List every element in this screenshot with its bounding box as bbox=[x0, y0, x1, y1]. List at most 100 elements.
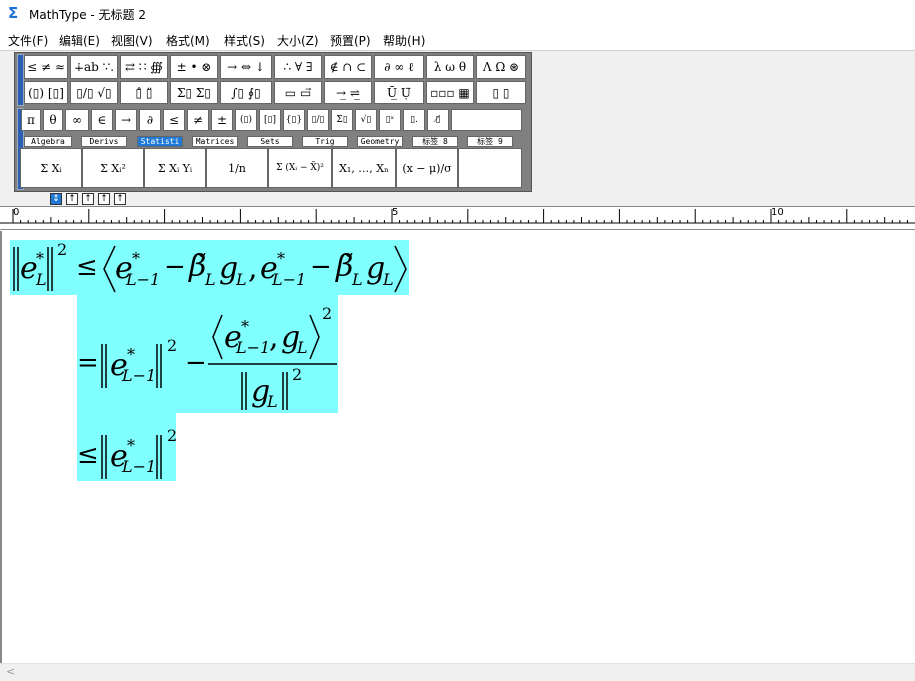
misc-symbols-palette-button[interactable]: ∂ ∞ ℓ bbox=[374, 55, 424, 79]
sum-xi-squared-template[interactable]: Σ Xᵢ² bbox=[82, 148, 144, 188]
eq3-rel: ≤ bbox=[77, 440, 99, 470]
products-palette-button[interactable]: Ū̲ Ụ̈ bbox=[374, 81, 424, 104]
one-over-n-template[interactable]: 1/n bbox=[206, 148, 268, 188]
eq2-num-comma: , bbox=[269, 320, 279, 355]
menu-view[interactable]: 视图(V) bbox=[109, 32, 155, 49]
plusminus-symbol-button[interactable]: ± bbox=[211, 109, 233, 131]
operators-palette-button[interactable]: ± • ⊗ bbox=[170, 55, 218, 79]
arrows-palette-button[interactable]: → ⇔ ↓ bbox=[220, 55, 272, 79]
norm-bars bbox=[156, 435, 162, 479]
eq1-beta-sub2: L bbox=[352, 270, 363, 289]
tab-matrices[interactable]: Matrices bbox=[192, 136, 238, 147]
norm-bars bbox=[156, 344, 162, 388]
empty-template-slot[interactable] bbox=[458, 148, 522, 188]
menu-style[interactable]: 样式(S) bbox=[222, 32, 267, 49]
tab-trig[interactable]: Trig bbox=[302, 136, 348, 147]
tab-derivs[interactable]: Derivs bbox=[81, 136, 127, 147]
eq2-num-sub: L−1 bbox=[236, 338, 271, 357]
eq2-den-g-sub: L bbox=[267, 392, 278, 411]
size-subsub-button[interactable]: ↑ bbox=[82, 193, 94, 205]
eq1-rel: ≤ bbox=[76, 252, 98, 282]
leq-symbol-button[interactable]: ≤ bbox=[163, 109, 185, 131]
matrices-palette-button[interactable]: ▫▫▫ ▦ bbox=[426, 81, 474, 104]
menu-preferences[interactable]: 预置(P) bbox=[328, 32, 373, 49]
eq1-minus: − bbox=[164, 252, 186, 282]
menu-edit[interactable]: 编辑(E) bbox=[57, 32, 102, 49]
sets-palette-button[interactable]: ∉ ∩ ⊂ bbox=[324, 55, 372, 79]
spaces-palette-button[interactable]: ∔ab ∵. bbox=[70, 55, 118, 79]
element-of-button[interactable]: ∈ bbox=[91, 109, 113, 131]
fences-palette-button[interactable]: (▯) [▯] bbox=[24, 81, 68, 104]
menu-help[interactable]: 帮助(H) bbox=[381, 32, 427, 49]
arrow-symbol-button[interactable]: → bbox=[115, 109, 137, 131]
theta-symbol-button[interactable]: θ bbox=[43, 109, 63, 131]
summation-palette-button[interactable]: Σ▯ Σ▯ bbox=[170, 81, 218, 104]
sum-xi-template[interactable]: Σ Xᵢ bbox=[20, 148, 82, 188]
labeled-arrows-palette-button[interactable]: →̲ ⇌̲ bbox=[324, 81, 372, 104]
eq2-num-power: 2 bbox=[322, 304, 333, 323]
fraction-template-button[interactable]: ▯/▯ bbox=[307, 109, 329, 131]
eq1-inner-sub: L−1 bbox=[126, 270, 161, 289]
logic-palette-button[interactable]: ∴ ∀ ∃ bbox=[274, 55, 322, 79]
bars-palette-button[interactable]: ▭ ▭⃗ bbox=[274, 81, 322, 104]
greek-lower-palette-button[interactable]: λ ω θ bbox=[426, 55, 474, 79]
sequence-template[interactable]: X₁, …, Xₙ bbox=[332, 148, 396, 188]
z-score-template[interactable]: (x − μ)/σ bbox=[396, 148, 458, 188]
pi-symbol-button[interactable]: π bbox=[21, 109, 41, 131]
eq1-beta-sub: L bbox=[205, 270, 216, 289]
tab-8[interactable]: 标签 8 bbox=[412, 136, 458, 147]
scroll-left-arrow-icon[interactable]: < bbox=[6, 665, 15, 678]
menu-file[interactable]: 文件(F) bbox=[6, 32, 50, 49]
size-subsymbol-button[interactable]: ↑ bbox=[114, 193, 126, 205]
strikethrough-template-button[interactable]: ▯̸ bbox=[427, 109, 449, 131]
boxes-palette-button[interactable]: ▯ ▯ bbox=[476, 81, 526, 104]
dot-template-button[interactable]: ▯. bbox=[403, 109, 425, 131]
ruler-label-10: 10 bbox=[771, 207, 784, 218]
eq1-beta2: β̃ bbox=[336, 249, 354, 284]
toolbar-grip[interactable] bbox=[17, 54, 24, 106]
partial-symbol-button[interactable]: ∂ bbox=[139, 109, 161, 131]
menu-format[interactable]: 格式(M) bbox=[164, 32, 212, 49]
eq2-num-star: * bbox=[241, 317, 249, 336]
title-bar: Σ MathType - 无标题 2 bbox=[0, 0, 915, 28]
tab-statistics[interactable]: Statisti bbox=[137, 136, 183, 147]
size-sub-button[interactable]: ↑ bbox=[66, 193, 78, 205]
sum-xi-yi-template[interactable]: Σ Xᵢ Yᵢ bbox=[144, 148, 206, 188]
infinity-symbol-button[interactable]: ∞ bbox=[65, 109, 89, 131]
eq1-lhs-power: 2 bbox=[57, 240, 68, 259]
sqrt-template-button[interactable]: √▯ bbox=[355, 109, 377, 131]
sigma-icon: Σ bbox=[8, 4, 19, 22]
relations-palette-button[interactable]: ≤ ≠ ≈ bbox=[24, 55, 68, 79]
integrals-palette-button[interactable]: ∫▯ ∮▯ bbox=[220, 81, 272, 104]
menu-size[interactable]: 大小(Z) bbox=[275, 32, 321, 49]
brace-template-button[interactable]: {▯} bbox=[283, 109, 305, 131]
empty-slot-button[interactable] bbox=[451, 109, 522, 131]
fraction-bar bbox=[208, 363, 337, 365]
scripts-palette-button[interactable]: ▯̂ ▯̈ bbox=[120, 81, 168, 104]
sum-squared-deviation-template[interactable]: Σ (Xᵢ − X̄)² bbox=[268, 148, 332, 188]
eq1-lhs-star: * bbox=[36, 249, 44, 268]
fractions-palette-button[interactable]: ▯/▯ √▯ bbox=[70, 81, 118, 104]
neq-symbol-button[interactable]: ≠ bbox=[187, 109, 209, 131]
eq2-rel: = bbox=[77, 348, 99, 378]
eq1-g-sub: L bbox=[236, 270, 247, 289]
tab-algebra[interactable]: Algebra bbox=[24, 136, 72, 147]
horizontal-scrollbar[interactable]: < bbox=[0, 663, 915, 681]
paren-template-button[interactable]: (▯) bbox=[235, 109, 257, 131]
superscript-template-button[interactable]: ▯ˣ bbox=[379, 109, 401, 131]
size-symbol-button[interactable]: ↑ bbox=[98, 193, 110, 205]
eq2-minus: − bbox=[185, 348, 207, 378]
ruler[interactable]: 0 5 10 bbox=[0, 206, 915, 230]
bracket-template-button[interactable]: [▯] bbox=[259, 109, 281, 131]
embellishments-palette-button[interactable]: ⇄ ∷ ∰ bbox=[120, 55, 168, 79]
sum-template-button[interactable]: Σ▯ bbox=[331, 109, 353, 131]
eq1-inner-star: * bbox=[132, 249, 140, 268]
greek-upper-palette-button[interactable]: Λ Ω ⊛ bbox=[476, 55, 526, 79]
eq1-comma: , bbox=[248, 251, 258, 286]
tab-sets[interactable]: Sets bbox=[247, 136, 293, 147]
tab-geometry[interactable]: Geometry bbox=[357, 136, 403, 147]
right-angle-bracket bbox=[394, 245, 407, 293]
size-full-button[interactable]: ↕ bbox=[50, 193, 62, 205]
eq3-power: 2 bbox=[167, 426, 178, 445]
tab-9[interactable]: 标签 9 bbox=[467, 136, 513, 147]
